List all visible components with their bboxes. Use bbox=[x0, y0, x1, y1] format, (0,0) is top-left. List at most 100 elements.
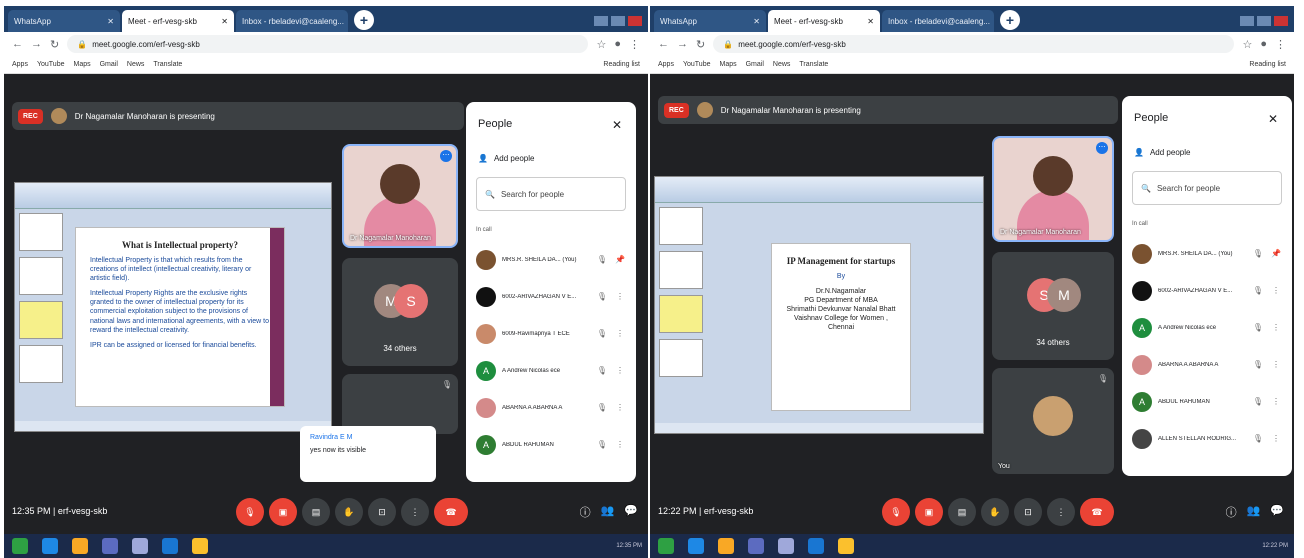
maximize-icon[interactable] bbox=[1257, 16, 1271, 26]
bookmark-gmail[interactable]: Gmail bbox=[100, 61, 118, 68]
more-options-icon[interactable]: ⋮ bbox=[614, 366, 626, 375]
chat-icon[interactable]: 💬 bbox=[624, 504, 638, 520]
app-icon[interactable] bbox=[748, 538, 764, 554]
back-icon[interactable]: ← bbox=[658, 38, 669, 50]
profile-icon[interactable]: ● bbox=[1260, 38, 1267, 50]
close-icon[interactable]: ✕ bbox=[867, 17, 874, 26]
new-tab-icon[interactable]: + bbox=[354, 10, 374, 30]
present-icon[interactable]: ⊡ bbox=[1014, 498, 1042, 526]
menu-icon[interactable]: ⋮ bbox=[629, 38, 640, 51]
star-icon[interactable]: ☆ bbox=[1242, 38, 1252, 51]
participant-row[interactable]: ABARNA A ABARNA A 🎙 ⋮ bbox=[1122, 346, 1292, 383]
more-options-icon[interactable]: ⋮ bbox=[401, 498, 429, 526]
info-icon[interactable]: ⓘ bbox=[580, 504, 591, 520]
more-options-icon[interactable]: ⋮ bbox=[1270, 286, 1282, 295]
more-options-icon[interactable]: ⋮ bbox=[1047, 498, 1075, 526]
participant-row[interactable]: MRS.R. SHEILA DA... (You) 🎙 📌 bbox=[1122, 235, 1292, 272]
others-tile[interactable]: S M 34 others bbox=[992, 252, 1114, 360]
menu-icon[interactable]: ⋮ bbox=[1275, 38, 1286, 51]
search-input[interactable]: 🔍 Search for people bbox=[476, 177, 626, 211]
edge-icon[interactable] bbox=[42, 538, 58, 554]
mic-toggle-icon[interactable]: 🎙 bbox=[882, 498, 910, 526]
participant-row[interactable]: 6002-ARIVAZHAGAN V E... 🎙 ⋮ bbox=[1122, 272, 1292, 309]
participant-row[interactable]: 6002-ARIVAZHAGAN V E... 🎙 ⋮ bbox=[466, 278, 636, 315]
app-icon[interactable] bbox=[162, 538, 178, 554]
captions-icon[interactable]: ▤ bbox=[948, 498, 976, 526]
camera-toggle-icon[interactable]: ▣ bbox=[915, 498, 943, 526]
close-icon[interactable]: ✕ bbox=[1268, 112, 1278, 126]
more-options-icon[interactable]: ⋯ bbox=[440, 150, 452, 162]
presenter-video-tile[interactable]: ⋯ Dr Nagamalar Manoharan bbox=[342, 144, 458, 248]
more-options-icon[interactable]: ⋮ bbox=[614, 329, 626, 338]
photos-icon[interactable] bbox=[778, 538, 794, 554]
chat-icon[interactable]: 💬 bbox=[1270, 504, 1284, 520]
reload-icon[interactable]: ↻ bbox=[696, 38, 705, 51]
tab-meet[interactable]: Meet - erf-vesg-skb ✕ bbox=[122, 10, 234, 32]
chrome-icon[interactable] bbox=[192, 538, 208, 554]
app-icon[interactable] bbox=[12, 538, 28, 554]
folder-icon[interactable] bbox=[72, 538, 88, 554]
pin-icon[interactable]: 📌 bbox=[1270, 249, 1282, 258]
tab-inbox[interactable]: Inbox - rbeladevi@caaleng...✕ bbox=[882, 10, 994, 32]
forward-icon[interactable]: → bbox=[31, 38, 42, 50]
star-icon[interactable]: ☆ bbox=[596, 38, 606, 51]
end-call-icon[interactable]: ☎ bbox=[434, 498, 468, 526]
minimize-icon[interactable] bbox=[594, 16, 608, 26]
bookmark-translate[interactable]: Translate bbox=[153, 61, 182, 68]
back-icon[interactable]: ← bbox=[12, 38, 23, 50]
reading-list[interactable]: Reading list bbox=[603, 61, 640, 68]
participant-row[interactable]: AA Andrew Nicolas ece 🎙 ⋮ bbox=[466, 352, 636, 389]
tab-whatsapp[interactable]: WhatsApp ✕ bbox=[654, 10, 766, 32]
close-icon[interactable]: ✕ bbox=[753, 17, 760, 26]
more-options-icon[interactable]: ⋮ bbox=[1270, 397, 1282, 406]
participant-row[interactable]: 6009-Ravimapriya T ECE 🎙 ⋮ bbox=[466, 315, 636, 352]
people-icon[interactable]: 👥 bbox=[1247, 504, 1261, 520]
bookmark-maps[interactable]: Maps bbox=[719, 61, 736, 68]
reload-icon[interactable]: ↻ bbox=[50, 38, 59, 51]
participant-row[interactable]: ABARNA A ABARNA A 🎙 ⋮ bbox=[466, 389, 636, 426]
mic-toggle-icon[interactable]: 🎙 bbox=[236, 498, 264, 526]
more-options-icon[interactable]: ⋮ bbox=[614, 292, 626, 301]
tab-meet[interactable]: Meet - erf-vesg-skb ✕ bbox=[768, 10, 880, 32]
self-video-tile[interactable]: 🎙 bbox=[342, 374, 458, 434]
app-icon[interactable] bbox=[808, 538, 824, 554]
url-field[interactable]: 🔒 meet.google.com/erf-vesg-skb bbox=[713, 35, 1235, 53]
participant-row[interactable]: MRS.R. SHEILA DA... (You) 🎙 📌 bbox=[466, 241, 636, 278]
add-people-button[interactable]: 👤 Add people bbox=[478, 154, 624, 163]
bookmark-news[interactable]: News bbox=[127, 61, 145, 68]
edge-icon[interactable] bbox=[688, 538, 704, 554]
self-video-tile[interactable]: 🎙 You bbox=[992, 368, 1114, 474]
bookmark-news[interactable]: News bbox=[773, 61, 791, 68]
chrome-icon[interactable] bbox=[838, 538, 854, 554]
close-icon[interactable]: ✕ bbox=[612, 118, 622, 132]
more-options-icon[interactable]: ⋮ bbox=[1270, 360, 1282, 369]
pin-icon[interactable]: 📌 bbox=[614, 255, 626, 264]
more-options-icon[interactable]: ⋮ bbox=[614, 403, 626, 412]
tab-whatsapp[interactable]: WhatsApp ✕ bbox=[8, 10, 120, 32]
photos-icon[interactable] bbox=[132, 538, 148, 554]
info-icon[interactable]: ⓘ bbox=[1226, 504, 1237, 520]
more-options-icon[interactable]: ⋮ bbox=[1270, 434, 1282, 443]
present-icon[interactable]: ⊡ bbox=[368, 498, 396, 526]
bookmark-translate[interactable]: Translate bbox=[799, 61, 828, 68]
close-icon[interactable]: ✕ bbox=[221, 17, 228, 26]
bookmark-youtube[interactable]: YouTube bbox=[683, 61, 711, 68]
bookmark-maps[interactable]: Maps bbox=[73, 61, 90, 68]
more-options-icon[interactable]: ⋮ bbox=[614, 440, 626, 449]
add-people-button[interactable]: 👤 Add people bbox=[1134, 148, 1280, 157]
participant-row[interactable]: ALLEN STELLAN RODRIG... 🎙 ⋮ bbox=[1122, 420, 1292, 457]
end-call-icon[interactable]: ☎ bbox=[1080, 498, 1114, 526]
profile-icon[interactable]: ● bbox=[614, 38, 621, 50]
people-icon[interactable]: 👥 bbox=[601, 504, 615, 520]
reading-list[interactable]: Reading list bbox=[1249, 61, 1286, 68]
more-options-icon[interactable]: ⋯ bbox=[1096, 142, 1108, 154]
close-window-icon[interactable] bbox=[1274, 16, 1288, 26]
maximize-icon[interactable] bbox=[611, 16, 625, 26]
chat-notification[interactable]: Ravindra E M yes now its visible bbox=[300, 426, 436, 482]
close-window-icon[interactable] bbox=[628, 16, 642, 26]
participant-row[interactable]: A ABDUL RAHUMAN 🎙 ⋮ bbox=[466, 426, 636, 463]
tab-inbox[interactable]: Inbox - rbeladevi@caaleng...✕ bbox=[236, 10, 348, 32]
forward-icon[interactable]: → bbox=[677, 38, 688, 50]
raise-hand-icon[interactable]: ✋ bbox=[981, 498, 1009, 526]
more-options-icon[interactable]: ⋮ bbox=[1270, 323, 1282, 332]
